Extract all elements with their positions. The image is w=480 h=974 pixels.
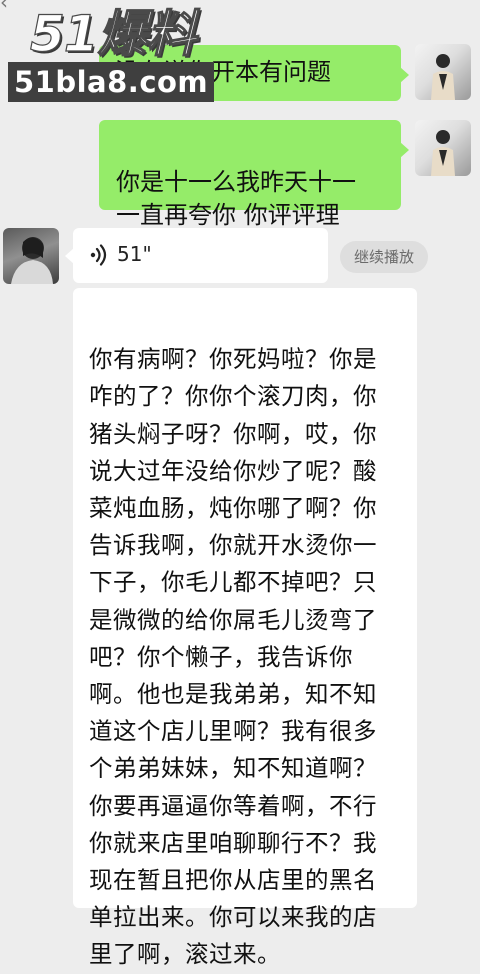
voice-duration: 51" (117, 242, 152, 266)
user-avatar-icon[interactable] (415, 44, 471, 100)
transcript-text: 你有病啊？你死妈啦？你是 咋的了？你你个滚刀肉，你 猪头焖子呀？你啊，哎，你 说… (89, 345, 377, 969)
voice-transcript-bubble: 你有病啊？你死妈啦？你是 咋的了？你你个滚刀肉，你 猪头焖子呀？你啊，哎，你 说… (73, 288, 417, 968)
message-bubble-sent[interactable]: 你是十一么我昨天十一 一直再夸你 你评评理 (99, 120, 409, 229)
voice-wave-icon (90, 244, 107, 266)
message-text: 没有说你开本有问题 (115, 58, 331, 86)
message-text: 你是十一么我昨天十一 一直再夸你 你评评理 (116, 168, 356, 229)
cropped-back-icon: ‹ (0, 0, 8, 14)
contact-avatar-icon[interactable] (3, 228, 59, 284)
continue-playing-button[interactable]: 继续播放 (340, 241, 428, 273)
user-avatar-icon[interactable] (415, 120, 471, 176)
message-bubble-sent[interactable]: 没有说你开本有问题 (99, 45, 409, 101)
voice-message-bubble[interactable]: 51" (65, 228, 328, 283)
